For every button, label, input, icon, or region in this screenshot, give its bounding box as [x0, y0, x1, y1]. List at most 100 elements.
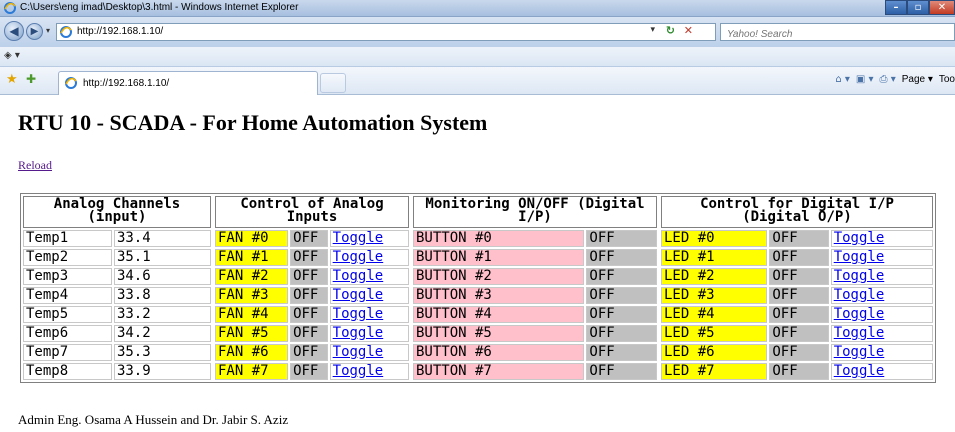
led-state: OFF — [769, 344, 829, 361]
fan-name: FAN #5 — [215, 325, 289, 342]
fan-toggle[interactable]: Toggle — [329, 249, 409, 266]
tools-menu[interactable]: Too — [939, 74, 955, 85]
new-tab-button[interactable] — [320, 73, 346, 93]
led-state: OFF — [769, 325, 829, 342]
fan-name: FAN #1 — [215, 249, 289, 266]
add-favorites-icon[interactable]: ✚ — [26, 72, 36, 86]
table-row: Temp5 33.2 — [23, 306, 211, 323]
led-toggle[interactable]: Toggle — [830, 363, 933, 380]
table-row: LED #1 OFF Toggle — [661, 249, 933, 266]
led-state: OFF — [769, 249, 829, 266]
led-toggle[interactable]: Toggle — [830, 230, 933, 247]
button-state: OFF — [586, 287, 657, 304]
toggle-link[interactable]: Toggle — [834, 306, 885, 322]
toggle-link[interactable]: Toggle — [834, 363, 885, 379]
toggle-link[interactable]: Toggle — [834, 344, 885, 360]
button-name: BUTTON #3 — [413, 287, 585, 304]
table-row: FAN #4 OFF Toggle — [215, 306, 409, 323]
page-menu[interactable]: Page ▾ — [902, 74, 933, 85]
led-toggle[interactable]: Toggle — [830, 287, 933, 304]
toggle-link[interactable]: Toggle — [333, 306, 384, 322]
back-button[interactable]: ◀ — [4, 21, 24, 41]
toggle-link[interactable]: Toggle — [333, 268, 384, 284]
fan-name: FAN #0 — [215, 230, 289, 247]
stop-icon[interactable]: ✕ — [684, 24, 693, 37]
fan-state: OFF — [290, 230, 328, 247]
monitoring-header: Monitoring ON/OFF (Digital I/P) — [413, 196, 657, 228]
toggle-link[interactable]: Toggle — [333, 344, 384, 360]
table-row: BUTTON #3 OFF — [413, 287, 657, 304]
home-icon[interactable]: ⌂ ▾ — [835, 74, 850, 85]
minimize-button[interactable]: – — [885, 0, 907, 15]
fan-toggle[interactable]: Toggle — [329, 306, 409, 323]
led-toggle[interactable]: Toggle — [830, 325, 933, 342]
led-toggle[interactable]: Toggle — [830, 306, 933, 323]
fan-toggle[interactable]: Toggle — [329, 363, 409, 380]
led-name: LED #2 — [661, 268, 768, 285]
table-row: Temp1 33.4 — [23, 230, 211, 247]
button-state: OFF — [586, 306, 657, 323]
fan-toggle[interactable]: Toggle — [329, 287, 409, 304]
led-name: LED #3 — [661, 287, 768, 304]
button-rows: BUTTON #0 OFF BUTTON #1 OFF BUTTON #2 OFF BUTT… — [413, 230, 657, 380]
footer-credits: Admin Eng. Osama A Hussein and Dr. Jabir… — [18, 412, 289, 427]
star-icon[interactable]: ★ — [6, 72, 18, 87]
channel-value: 33.4 — [113, 230, 211, 247]
scada-table: Analog Channels (input) Temp1 33.4 Temp2 35… — [20, 193, 936, 383]
fan-toggle[interactable]: Toggle — [329, 230, 409, 247]
channel-name: Temp5 — [23, 306, 112, 323]
table-row: Temp3 34.6 — [23, 268, 211, 285]
channel-value: 33.9 — [113, 363, 211, 380]
channel-name: Temp4 — [23, 287, 112, 304]
table-row: BUTTON #4 OFF — [413, 306, 657, 323]
fan-state: OFF — [290, 268, 328, 285]
channel-value: 34.2 — [113, 325, 211, 342]
button-state: OFF — [586, 230, 657, 247]
tab-bar: ★ ✚ http://192.168.1.10/ ⌂ ▾ ▣ ▾ ⎙ ▾ Pag… — [0, 67, 955, 95]
table-row: LED #0 OFF Toggle — [661, 230, 933, 247]
toggle-link[interactable]: Toggle — [834, 268, 885, 284]
led-toggle[interactable]: Toggle — [830, 344, 933, 361]
browser-tab[interactable]: http://192.168.1.10/ — [58, 71, 318, 95]
toggle-link[interactable]: Toggle — [333, 325, 384, 341]
fan-toggle[interactable]: Toggle — [329, 268, 409, 285]
table-row: FAN #6 OFF Toggle — [215, 344, 409, 361]
address-field[interactable]: http://192.168.1.10/ ▾ ↻ ✕ — [56, 23, 716, 41]
reload-link[interactable]: Reload — [18, 158, 52, 173]
toggle-link[interactable]: Toggle — [333, 230, 384, 246]
search-box[interactable] — [720, 23, 955, 43]
channel-name: Temp1 — [23, 230, 112, 247]
ie-logo-icon — [4, 2, 16, 14]
fan-toggle[interactable]: Toggle — [329, 325, 409, 342]
led-toggle[interactable]: Toggle — [830, 268, 933, 285]
toggle-link[interactable]: Toggle — [834, 249, 885, 265]
table-row: FAN #5 OFF Toggle — [215, 325, 409, 342]
forward-button[interactable]: ▶ — [26, 23, 43, 40]
close-button[interactable]: ✕ — [929, 0, 955, 15]
print-icon[interactable]: ⎙ ▾ — [880, 74, 896, 85]
toggle-link[interactable]: Toggle — [333, 249, 384, 265]
address-dropdown-icon[interactable]: ▾ — [650, 25, 655, 35]
toggle-link[interactable]: Toggle — [834, 230, 885, 246]
channel-value: 35.1 — [113, 249, 211, 266]
toggle-link[interactable]: Toggle — [834, 287, 885, 303]
fan-name: FAN #6 — [215, 344, 289, 361]
toggle-link[interactable]: Toggle — [333, 287, 384, 303]
fan-toggle[interactable]: Toggle — [329, 344, 409, 361]
feeds-icon[interactable]: ▣ ▾ — [856, 74, 874, 85]
led-toggle[interactable]: Toggle — [830, 249, 933, 266]
toggle-link[interactable]: Toggle — [834, 325, 885, 341]
refresh-icon[interactable]: ↻ — [666, 24, 675, 37]
fan-name: FAN #4 — [215, 306, 289, 323]
table-row: BUTTON #6 OFF — [413, 344, 657, 361]
search-input[interactable] — [721, 26, 954, 43]
toolbar-options-icon[interactable]: ◈ ▾ — [4, 50, 20, 61]
tab-page-icon — [65, 77, 77, 89]
button-state: OFF — [586, 249, 657, 266]
recent-pages-dropdown[interactable]: ▾ — [46, 26, 50, 35]
toggle-link[interactable]: Toggle — [333, 363, 384, 379]
url-text[interactable]: http://192.168.1.10/ — [77, 26, 163, 37]
maximize-button[interactable]: ▫ — [907, 0, 929, 15]
channel-value: 35.3 — [113, 344, 211, 361]
button-name: BUTTON #2 — [413, 268, 585, 285]
